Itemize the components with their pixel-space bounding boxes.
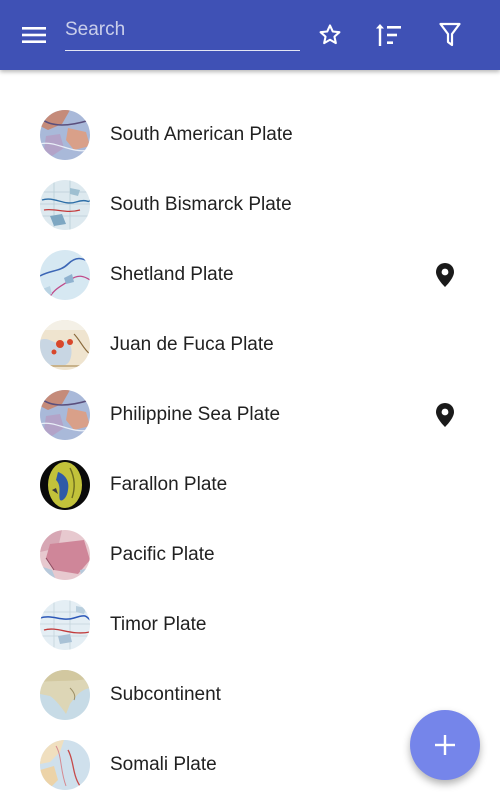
plate-name: Timor Plate (110, 614, 207, 635)
plate-name: Subcontinent (110, 684, 221, 705)
plate-name: Juan de Fuca Plate (110, 334, 274, 355)
plate-name: South Bismarck Plate (110, 194, 292, 215)
list-item[interactable]: South Bismarck Plate (0, 170, 500, 240)
plate-name: Pacific Plate (110, 544, 215, 565)
menu-button[interactable] (14, 18, 56, 52)
plate-thumbnail (40, 740, 90, 790)
menu-icon (22, 27, 46, 43)
list-item[interactable]: Shetland Plate (0, 240, 500, 310)
search-input[interactable] (65, 14, 300, 46)
list-item[interactable]: Timor Plate (0, 590, 500, 660)
plate-name: Philippine Sea Plate (110, 404, 281, 425)
plate-thumbnail (40, 110, 90, 160)
search-field (65, 14, 300, 51)
favorites-button[interactable] (312, 17, 348, 53)
plate-thumbnail (40, 530, 90, 580)
plate-thumbnail (40, 460, 90, 510)
plus-icon (435, 735, 455, 755)
list-item[interactable]: South American Plate (0, 100, 500, 170)
sort-button[interactable] (371, 17, 407, 53)
filter-button[interactable] (432, 17, 468, 53)
plate-thumbnail (40, 390, 90, 440)
map-marker-icon (436, 263, 454, 287)
plate-thumbnail (40, 320, 90, 370)
plate-name: South American Plate (110, 124, 293, 145)
plate-thumbnail (40, 670, 90, 720)
filter-icon (439, 22, 461, 47)
list-item[interactable]: Philippine Sea Plate (0, 380, 500, 450)
sort-icon (376, 24, 401, 46)
plate-name: Farallon Plate (110, 474, 228, 495)
list-item[interactable]: Juan de Fuca Plate (0, 310, 500, 380)
plate-name: Somali Plate (110, 754, 217, 775)
app-bar (0, 0, 500, 70)
plate-name: Shetland Plate (110, 264, 234, 285)
map-marker-icon (436, 403, 454, 427)
add-button[interactable] (410, 710, 480, 780)
list-item[interactable]: Farallon Plate (0, 450, 500, 520)
plate-thumbnail (40, 180, 90, 230)
plate-thumbnail (40, 600, 90, 650)
plate-list: South American Plate South Bismarck Plat… (0, 100, 500, 800)
list-item[interactable]: Pacific Plate (0, 520, 500, 590)
star-outline-icon (319, 24, 341, 45)
plate-thumbnail (40, 250, 90, 300)
